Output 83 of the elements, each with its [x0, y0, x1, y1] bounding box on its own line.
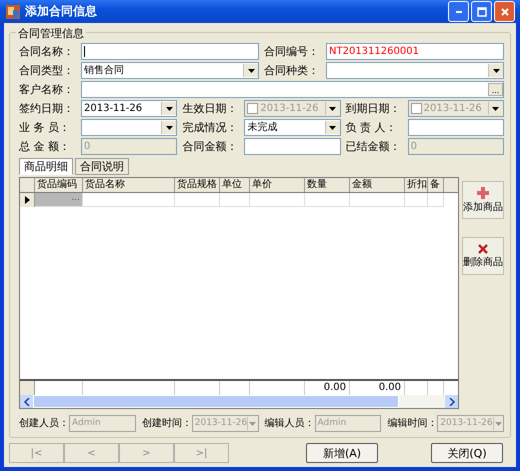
field-value: NT201311260001 [328, 45, 420, 58]
input-field[interactable] [408, 119, 504, 136]
field-value: 2013-11-26 [422, 102, 483, 115]
close-button[interactable] [494, 1, 515, 22]
scroll-right-icon[interactable] [445, 395, 458, 408]
column-header[interactable]: 备 [428, 178, 444, 192]
column-header[interactable]: 货品规格 [175, 178, 220, 192]
delete-icon [478, 244, 488, 254]
field-value: 2013-11-26 [194, 417, 248, 430]
minimize-button[interactable] [448, 1, 469, 22]
table-cell[interactable] [83, 193, 175, 207]
field-label: 负 责 人： [346, 120, 398, 134]
date-picker[interactable]: 2013-11-26 [81, 100, 178, 117]
field-value: 2013-11-26 [439, 417, 493, 430]
scroll-left-icon[interactable] [20, 395, 33, 408]
field-label: 到期日期： [346, 102, 402, 116]
row-header [20, 381, 35, 395]
table-cell[interactable] [405, 193, 428, 207]
field-label: 总 金 额： [19, 140, 71, 154]
column-header[interactable]: 折扣 [405, 178, 428, 192]
column-header[interactable]: 金额 [350, 178, 405, 192]
scroll-thumb[interactable] [33, 395, 400, 408]
column-header[interactable]: 单价 [250, 178, 305, 192]
field-value: 0 [83, 140, 92, 153]
table-cell[interactable] [250, 193, 305, 207]
close-icon [500, 6, 510, 16]
action-button[interactable]: 关闭(Q) [431, 443, 503, 463]
app-icon [5, 4, 21, 20]
delete-item-button[interactable]: 删除商品 [462, 237, 504, 275]
column-header[interactable]: 货品名称 [83, 178, 175, 192]
field-label: 编辑时间： [387, 417, 438, 430]
text-cursor [84, 46, 85, 57]
table-cell[interactable] [350, 193, 405, 207]
table-cell[interactable] [428, 193, 444, 207]
current-row-icon [24, 196, 30, 204]
input-field[interactable]: NT201311260001 [326, 43, 504, 60]
plus-icon [477, 186, 489, 198]
field-value: 未完成 [246, 121, 278, 134]
table-cell[interactable] [175, 193, 220, 207]
field-label: 合同金额： [182, 140, 238, 154]
field-value: 2013-11-26 [259, 102, 320, 115]
field-label: 业 务 员： [19, 120, 71, 134]
row-header[interactable] [20, 193, 35, 207]
tab[interactable]: 商品明细 [19, 158, 73, 175]
input-field[interactable]: ... [81, 81, 504, 98]
column-header[interactable]: 数量 [305, 178, 350, 192]
field-label: 创建人员： [19, 417, 69, 430]
maximize-icon [476, 6, 486, 16]
column-header[interactable]: 单位 [220, 178, 250, 192]
field-label: 签约日期： [19, 102, 75, 116]
cell-button[interactable]: ... [71, 193, 82, 206]
field-label: 编辑人员： [264, 417, 314, 430]
table-cell[interactable] [305, 193, 350, 207]
input-field[interactable] [244, 138, 341, 155]
minimize-icon [456, 10, 462, 12]
input-field[interactable] [81, 43, 259, 60]
group-title: 合同管理信息 [16, 26, 86, 41]
field-label: 创建时间： [142, 417, 192, 430]
column-header[interactable]: 货品编码 [35, 178, 83, 192]
action-button[interactable]: 新增(A) [306, 443, 378, 463]
field-value: Admin [316, 417, 348, 430]
add-item-button[interactable]: 添加商品 [462, 181, 504, 219]
maximize-button[interactable] [471, 1, 492, 22]
field-label: 合同编号： [264, 44, 320, 58]
tab[interactable]: 合同说明 [75, 158, 129, 175]
field-value: 2013-11-26 [83, 102, 144, 115]
field-label: 合同名称： [19, 44, 75, 58]
horizontal-scrollbar[interactable] [20, 395, 458, 408]
field-label: 生效日期： [182, 102, 238, 116]
field-label: 已结金额： [346, 140, 402, 154]
field-label: 完成情况： [182, 120, 238, 134]
field-value: Admin [71, 417, 102, 430]
field-value: 销售合同 [83, 64, 125, 77]
window-title: 添加合同信息 [25, 3, 98, 20]
table-cell[interactable] [220, 193, 250, 207]
field-value: 0 [410, 140, 418, 153]
combo-box[interactable]: 销售合同 [81, 62, 259, 79]
combo-box[interactable]: 未完成 [244, 119, 341, 136]
field-label: 客户名称： [19, 82, 75, 96]
table-cell[interactable]: ... [35, 193, 83, 207]
browse-button[interactable]: ... [488, 83, 503, 96]
field-label: 合同类型： [19, 64, 75, 78]
field-label: 合同种类： [264, 64, 320, 78]
